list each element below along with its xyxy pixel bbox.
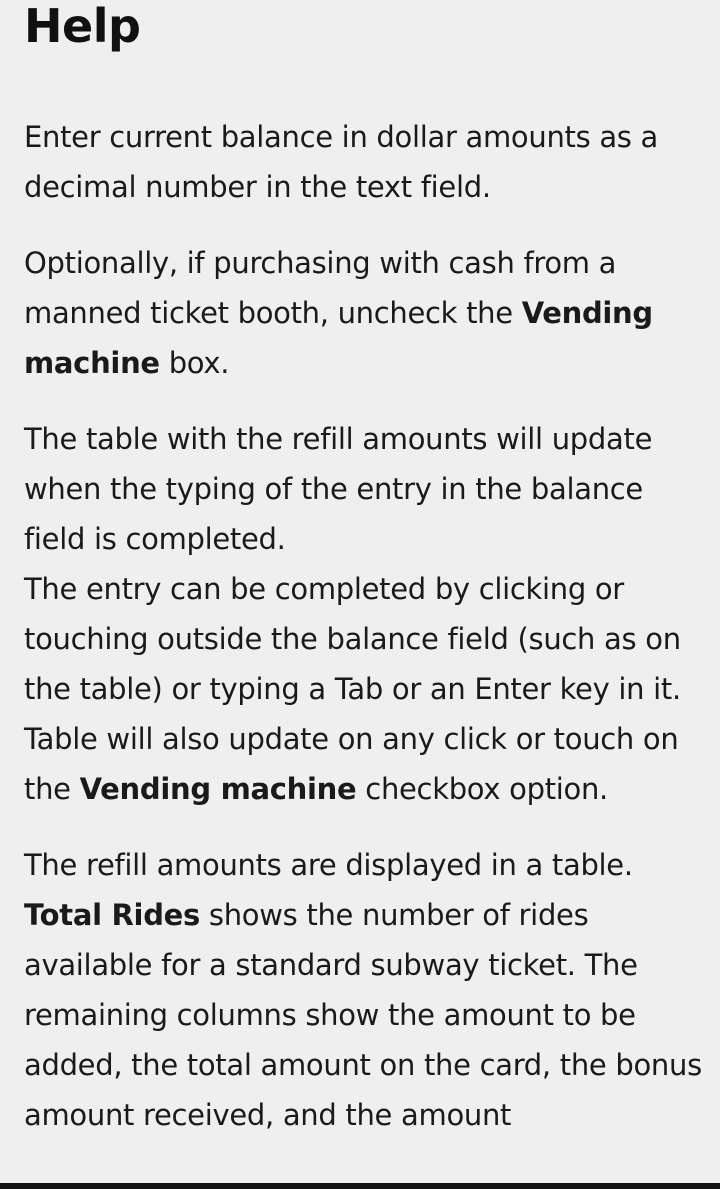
help-paragraph-balance: Enter current balance in dollar amounts … bbox=[24, 120, 659, 204]
page-title: Help bbox=[24, 0, 141, 53]
help-text: The refill amounts are displayed in a ta… bbox=[24, 848, 633, 882]
help-content: Help Enter current balance in dollar amo… bbox=[24, 0, 704, 1140]
vending-machine-term: Vending machine bbox=[79, 772, 357, 806]
help-paragraph-update: The table with the refill amounts will u… bbox=[24, 414, 704, 814]
help-paragraph-table: The refill amounts are displayed in a ta… bbox=[24, 840, 704, 1140]
help-text: box. bbox=[159, 346, 230, 380]
bottom-bar bbox=[0, 1183, 720, 1189]
help-text: The table with the refill amounts will u… bbox=[24, 422, 653, 556]
help-text: shows the number of rides available for … bbox=[24, 898, 702, 1132]
help-text: checkbox option. bbox=[356, 772, 608, 806]
total-rides-term: Total Rides bbox=[24, 898, 200, 932]
help-text: The entry can be completed by clicking o… bbox=[24, 572, 681, 706]
help-paragraph-vending: Optionally, if purchasing with cash from… bbox=[24, 238, 704, 388]
